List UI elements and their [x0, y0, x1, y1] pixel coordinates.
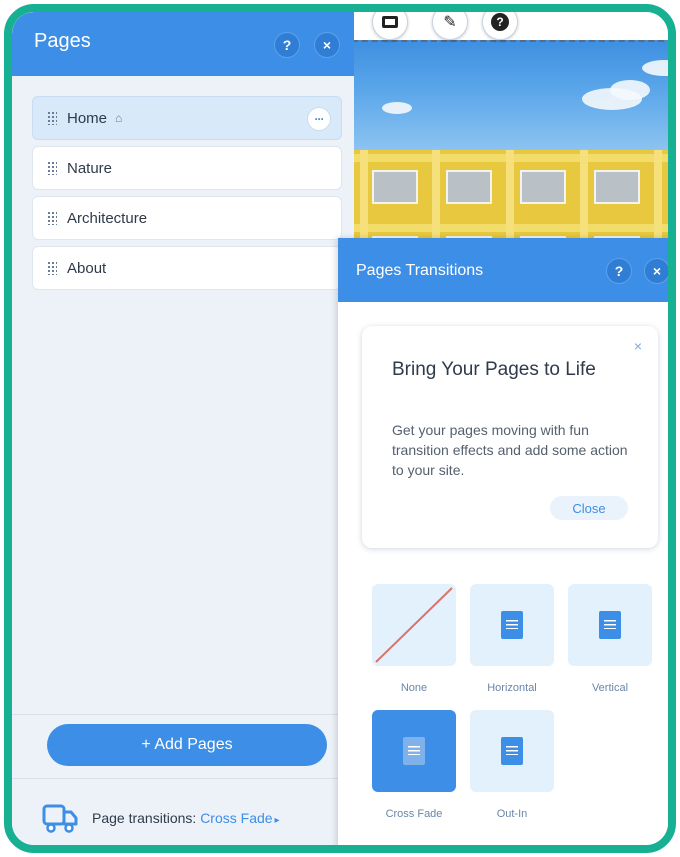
promo-close-icon[interactable]: × — [634, 338, 642, 354]
pencil-icon: ✎ — [443, 14, 457, 31]
transition-option-out-in[interactable] — [470, 710, 554, 792]
divider — [12, 714, 354, 715]
sky-image — [342, 40, 668, 150]
transition-label-out-in: Out-In — [496, 808, 528, 820]
vertical-doc-icon — [599, 611, 621, 639]
canvas-help-button[interactable]: ? — [482, 12, 518, 40]
layout-tool-button[interactable] — [372, 12, 408, 40]
divider — [12, 778, 354, 779]
drag-handle-icon[interactable] — [47, 161, 57, 175]
transition-label-horizontal: Horizontal — [487, 682, 537, 694]
drag-handle-icon[interactable] — [47, 261, 57, 275]
home-icon: ⌂ — [115, 111, 123, 125]
page-transitions-text: Page transitions: Cross Fade ▸ — [92, 810, 280, 826]
transition-label-none: None — [400, 682, 428, 694]
transition-option-vertical[interactable] — [568, 584, 652, 666]
transition-value-link[interactable]: Cross Fade — [200, 810, 272, 826]
app-frame: ✎ ? Pages ? × Home ⌂ ··· Nature Architec… — [4, 4, 676, 853]
page-item-home[interactable]: Home ⌂ ··· — [32, 96, 342, 140]
pages-help-button[interactable]: ? — [274, 32, 300, 58]
promo-body: Get your pages moving with fun transitio… — [392, 422, 628, 478]
promo-close-button[interactable]: Close — [550, 496, 628, 520]
transition-option-cross-fade[interactable] — [372, 710, 456, 792]
transitions-panel: Pages Transitions ? × × Bring Your Pages… — [338, 238, 668, 845]
pages-title: Pages — [34, 30, 91, 52]
page-item-architecture[interactable]: Architecture — [32, 196, 342, 240]
transition-truck-icon — [42, 804, 78, 833]
page-transitions-footer[interactable]: Page transitions: Cross Fade ▸ — [12, 784, 354, 845]
arrow-right-icon: ▸ — [274, 815, 280, 826]
cross-fade-doc-icon — [403, 737, 425, 765]
help-icon: ? — [491, 13, 509, 31]
transitions-close-button[interactable]: × — [644, 258, 668, 284]
page-more-button[interactable]: ··· — [307, 107, 331, 131]
page-label: Nature — [67, 159, 113, 177]
horizontal-doc-icon — [501, 611, 523, 639]
transition-label-cross-fade: Cross Fade — [385, 808, 443, 820]
pages-header: Pages ? × — [12, 12, 354, 76]
promo-title: Bring Your Pages to Life — [392, 359, 596, 380]
transition-option-none[interactable] — [372, 584, 456, 666]
transition-option-horizontal[interactable] — [470, 584, 554, 666]
layout-icon — [382, 16, 398, 28]
transitions-title: Pages Transitions — [356, 262, 484, 279]
pages-panel: Pages ? × Home ⌂ ··· Nature Architecture… — [12, 12, 354, 845]
drag-handle-icon[interactable] — [47, 211, 57, 225]
out-in-doc-icon — [501, 737, 523, 765]
add-pages-button[interactable]: + Add Pages — [47, 724, 327, 766]
page-label: About — [67, 259, 107, 277]
edit-tool-button[interactable]: ✎ — [432, 12, 468, 40]
page-label: Home — [67, 109, 108, 127]
transitions-help-button[interactable]: ? — [606, 258, 632, 284]
pages-close-button[interactable]: × — [314, 32, 340, 58]
drag-handle-icon[interactable] — [47, 111, 57, 125]
selection-outline — [342, 40, 668, 42]
page-item-about[interactable]: About — [32, 246, 342, 290]
page-item-nature[interactable]: Nature — [32, 146, 342, 190]
transitions-header: Pages Transitions ? × — [338, 238, 668, 302]
transition-label-vertical: Vertical — [591, 682, 629, 694]
footer-prefix: Page transitions: — [92, 810, 197, 826]
promo-card: × Bring Your Pages to Life Get your page… — [362, 326, 658, 548]
page-label: Architecture — [67, 209, 148, 227]
none-slash-icon — [375, 587, 453, 663]
